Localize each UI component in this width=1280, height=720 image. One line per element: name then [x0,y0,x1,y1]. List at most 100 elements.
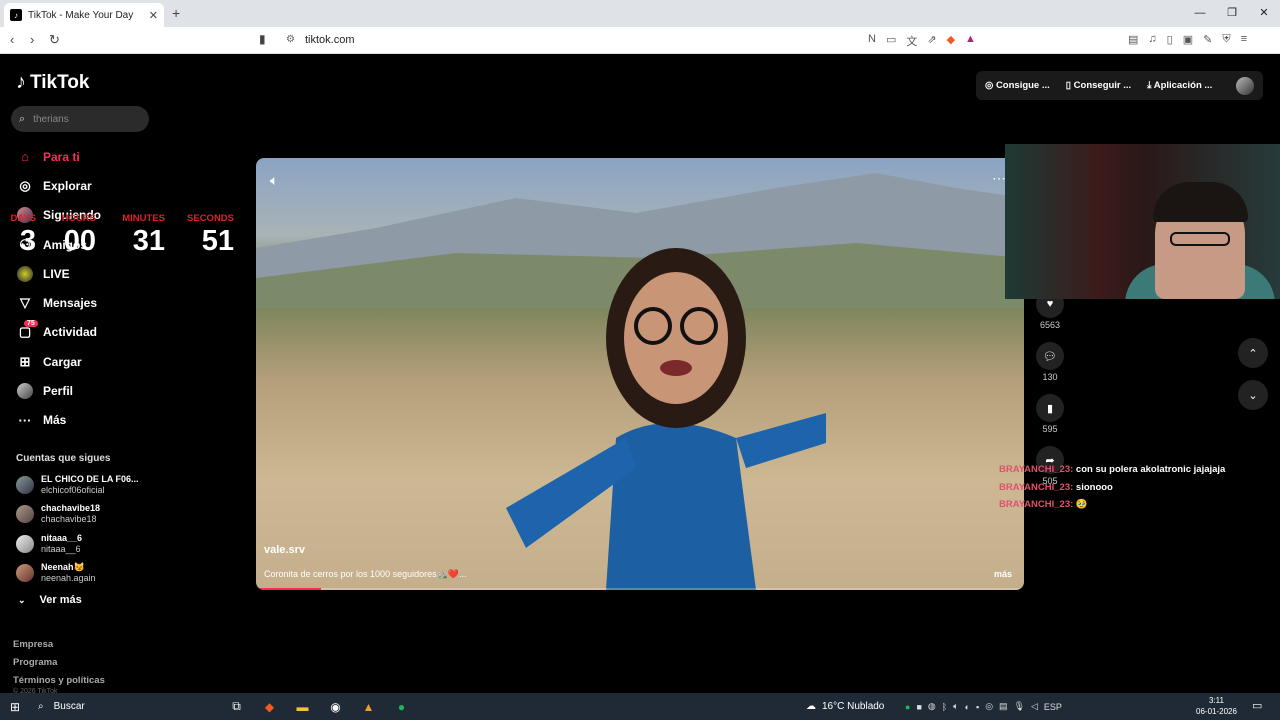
browser-tab[interactable]: ♪ TikTok - Make Your Day ✕ [4,3,164,27]
avatar [16,505,34,524]
following-account[interactable]: chachavibe18 chachavibe18 [16,500,139,530]
app-icon[interactable]: ▲ [352,700,385,714]
bookmark-icon[interactable]: ▮ [1036,394,1064,422]
notification-icon[interactable]: ▭ [1252,699,1262,712]
previous-video-button[interactable]: ⌃ [1238,338,1268,368]
account-name: chachavibe18 [41,503,101,514]
spotify-tray-icon[interactable]: ● [905,702,910,712]
tray-app-icon[interactable]: ▪ [976,702,979,712]
following-list: EL CHICO DE LA F06... elchicof06oficial … [16,470,139,588]
sidebar-item-mas[interactable]: ··· Más [16,406,101,435]
reload-icon[interactable]: ↻ [49,32,60,48]
restore-icon[interactable]: ❐ [1216,0,1248,27]
sidebar-item-actividad[interactable]: ▢ 75 Actividad [16,318,101,347]
video-person [506,248,826,590]
volume-tray-icon[interactable]: 🔈︎ [953,701,958,712]
media-icon[interactable]: ♫ [1148,33,1156,46]
next-video-button[interactable]: ⌄ [1238,380,1268,410]
footer-link-empresa[interactable]: Empresa [13,636,105,654]
sidebar-item-cargar[interactable]: ⊞ Cargar [16,347,101,376]
sidebar-item-mensajes[interactable]: ▽ Mensajes [16,288,101,317]
vpn-icon[interactable]: ⛨ [1222,33,1230,46]
brave-icon[interactable]: ◆ [253,700,286,714]
address-bar: ‹ › ↻ ▮ ⚙ tiktok.com N ▭ 文 ⇗ ◆ ▲ ▤ ♫ ▯ ▣… [0,27,1280,54]
chat-text: con su polera akolatronic jajajaja [1075,464,1226,475]
bookmark-icon[interactable]: ▮ [259,32,266,46]
get-app-button[interactable]: ▯ Conseguir ... [1066,80,1131,91]
sidebar-item-para-ti[interactable]: ⌂ Para ti [16,142,101,171]
weather-widget[interactable]: ☁ 16°C Nublado [806,693,884,720]
back-icon[interactable]: ‹ [10,32,14,47]
wallet-icon[interactable]: ▣ [1183,33,1193,46]
home-icon: ⌂ [21,149,29,165]
close-window-icon[interactable]: ✕ [1248,0,1280,27]
video-author[interactable]: vale.srv [264,544,305,556]
seconds-label: SECONDS [187,213,234,224]
translate-icon[interactable]: 文 [906,33,917,49]
caption-more-button[interactable]: más [994,569,1012,579]
following-account[interactable]: Neenah😼 neenah.again [16,559,139,589]
volume-icon[interactable]: 🔈︎ [270,172,278,189]
more-options-icon[interactable]: ⋯ [992,170,1006,187]
following-account[interactable]: nitaaa__6 nitaaa__6 [16,529,139,559]
see-more-button[interactable]: ⌄ Ver más [18,594,82,606]
sidebar-toggle-icon[interactable]: ▯ [1167,33,1173,46]
sidebar-item-perfil[interactable]: Perfil [16,376,101,405]
close-tab-icon[interactable]: ✕ [149,9,158,22]
tab-search-icon[interactable]: ▤ [1128,33,1138,46]
microphone-icon[interactable]: 🎙︎ [1014,701,1025,712]
site-info-icon[interactable]: ⚙ [286,34,295,45]
spotify-icon[interactable]: ● [385,700,418,714]
comment-icon[interactable]: 💬︎ [1036,342,1064,370]
coins-label: Consigue ... [995,80,1050,91]
footer-link-programa[interactable]: Programa [13,654,105,672]
get-app-label: Conseguir ... [1073,80,1132,91]
weather-text: 16°C Nublado [822,701,885,712]
cast-icon[interactable]: ▭ [886,33,896,49]
extensions-icon[interactable]: ✎ [1203,33,1212,46]
url-field[interactable]: tiktok.com [305,34,355,46]
tiktok-note-icon: ♪ [16,71,26,93]
obs-icon[interactable]: ◉ [319,700,352,714]
comment-action[interactable]: 💬︎ 130 [1035,342,1065,394]
steam-icon[interactable]: ◎ [985,701,993,712]
minimize-icon[interactable]: — [1184,0,1216,27]
tiktok-logo[interactable]: ♪ TikTok [16,71,89,94]
forward-icon[interactable]: › [30,32,34,47]
sidebar-item-explorar[interactable]: ◎ Explorar [16,171,101,200]
taskbar-clock[interactable]: 3:11 06-01-2026 [1196,695,1237,717]
user-avatar[interactable] [1236,76,1254,95]
whatsapp-icon[interactable]: ◍ [928,701,936,712]
sidebar-item-live[interactable]: LIVE [16,259,101,288]
discord-icon[interactable]: ◐ [965,702,970,712]
language-indicator[interactable]: ESP [1044,702,1062,712]
hours-block-value: 00 [63,225,96,257]
following-account[interactable]: EL CHICO DE LA F06... elchicof06oficial [16,470,139,500]
share-icon[interactable]: ⇗ [927,33,936,49]
taskbar-search[interactable]: ⌕ Buscar [30,693,220,720]
file-explorer-icon[interactable]: ▬ [286,700,319,714]
video-progress[interactable] [256,588,1024,590]
search-input[interactable]: ⌕ therians [11,106,149,132]
send-icon: ▽ [20,295,30,311]
speaker-icon[interactable]: ◁ [1031,701,1038,712]
nvidia-icon[interactable]: ■ [916,702,921,712]
download-app-button[interactable]: ⤓ Aplicación ... [1147,80,1212,91]
new-tab-button[interactable]: + [172,5,180,21]
chat-user: BRAYANCHI_23: [999,481,1074,493]
profile-avatar [16,382,34,400]
get-coins-button[interactable]: ◎ Consigue ... [985,80,1050,91]
bluetooth-icon[interactable]: ᛒ [942,702,947,712]
video-player[interactable]: 🔈︎ ⋯ vale.srv Coronita de cerros por los… [256,158,1024,590]
save-action[interactable]: ▮ 595 [1035,394,1065,446]
rewards-icon[interactable]: ▲ [965,33,976,49]
windows-start-icon[interactable]: ⊞ [0,700,30,714]
window-controls: — ❐ ✕ [1184,0,1280,27]
menu-icon[interactable]: ≡ [1241,33,1247,46]
upload-icon: ⊞ [19,353,31,369]
network-icon[interactable]: ▤ [999,701,1008,712]
reader-icon[interactable]: N [868,33,876,49]
nav-label: Perfil [43,384,74,399]
task-view-icon[interactable]: ⧉ [220,699,253,714]
brave-shield-icon[interactable]: ◆ [947,33,955,49]
